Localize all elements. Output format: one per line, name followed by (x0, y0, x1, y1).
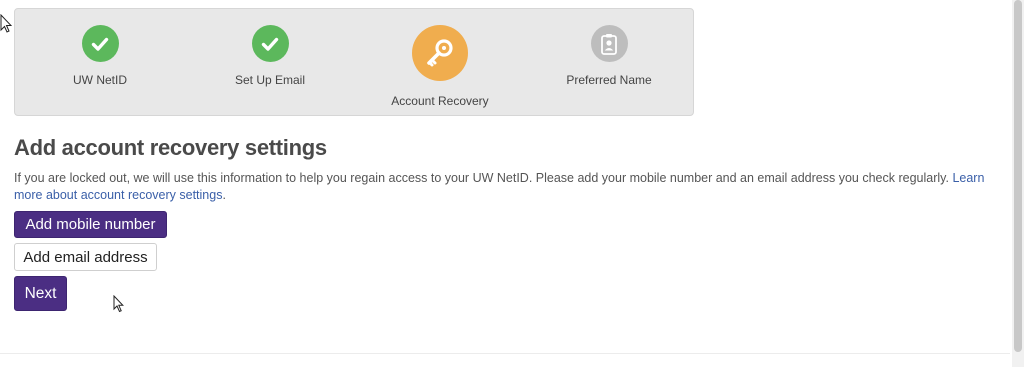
page-title: Add account recovery settings (14, 135, 327, 160)
check-icon (261, 37, 279, 51)
id-badge-icon (601, 33, 617, 55)
step-current-badge (412, 25, 468, 81)
step-label: Preferred Name (566, 73, 652, 87)
step-complete-badge (81, 25, 119, 62)
scrollbar-thumb[interactable] (1014, 0, 1022, 352)
step-complete-badge (251, 25, 289, 62)
key-icon (427, 39, 453, 67)
step-uw-netid: UW NetID (20, 25, 180, 87)
next-button[interactable]: Next (14, 276, 67, 311)
vertical-scrollbar[interactable] (1012, 0, 1024, 367)
step-set-up-email: Set Up Email (190, 25, 350, 87)
step-label: Set Up Email (234, 73, 306, 87)
add-email-address-button[interactable]: Add email address (14, 243, 157, 271)
footer-divider (0, 353, 1010, 354)
mouse-pointer-icon (0, 14, 12, 33)
step-preferred-name: Preferred Name (529, 25, 689, 87)
mouse-pointer-icon (113, 295, 124, 313)
step-pending-badge (590, 25, 628, 62)
recovery-description: If you are locked out, we will use this … (14, 170, 989, 204)
add-mobile-number-button[interactable]: Add mobile number (14, 211, 167, 238)
step-label: Account Recovery (391, 94, 489, 108)
description-text: If you are locked out, we will use this … (14, 171, 953, 185)
check-icon (91, 37, 109, 51)
step-account-recovery: Account Recovery (360, 25, 520, 108)
progress-stepper: UW NetID Set Up Email Account Recovery P… (14, 8, 694, 116)
step-label: UW NetID (73, 73, 127, 87)
description-end: . (222, 188, 226, 202)
